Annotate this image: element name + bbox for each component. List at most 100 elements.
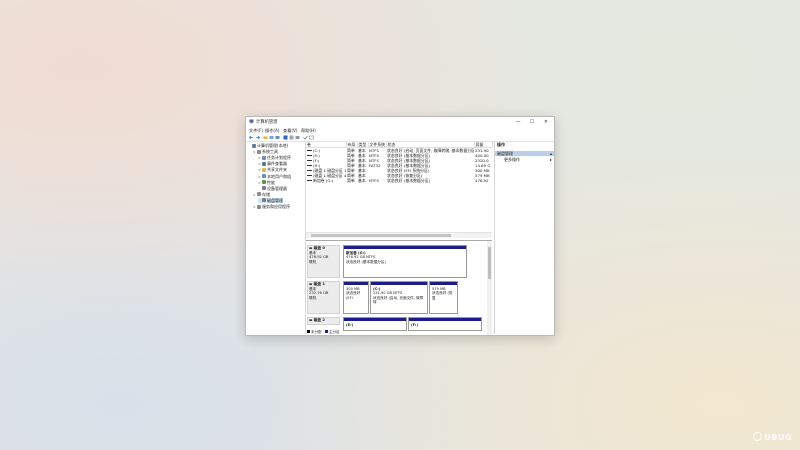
tree-item[interactable]: > 性能	[258, 180, 275, 185]
volume-table: 卷 布局 类型 文件系统 状态 容量 (C:) 简单 基本 NTFS 状态良好 (启动,…	[306, 142, 493, 183]
tree-item[interactable]: ∨ 存储	[253, 192, 270, 197]
storage-icon	[257, 192, 261, 197]
actions-section-label: 磁盘管理	[497, 151, 513, 156]
close-button[interactable]: ✕	[540, 118, 552, 126]
actions-item-more[interactable]: 更多操作 ▸	[495, 157, 554, 162]
tree-item-label: 磁盘管理	[267, 197, 283, 203]
tree-item-label: 本地用户和组	[267, 173, 291, 179]
volume-icon	[307, 149, 312, 151]
disk-row[interactable]: ▬ 磁盘 0 基本 476.92 GB 联机 新加卷 (G:) 476.92 G…	[307, 245, 485, 278]
properties-icon[interactable]	[289, 135, 294, 140]
navigation-tree: 计算机管理(本地) ∨ 系统工具 > 任务计划程序 > 事件查看器 > 共享文件夹 > 本地用户和组…	[247, 142, 306, 334]
table-cell: 简单	[347, 178, 355, 183]
disk-info[interactable]: ▬ 磁盘 1 基本 232.76 GB 联机	[307, 281, 340, 314]
partition-header-bar	[430, 282, 457, 285]
watermark: UBUG	[753, 432, 792, 442]
horizontal-scrollbar[interactable]	[306, 232, 492, 238]
partition-block[interactable]: 300 MB 状态良好 (EFI	[343, 281, 369, 314]
tree-item-label: 事件查看器	[267, 161, 287, 167]
tree-item[interactable]: > 任务计划程序	[258, 155, 291, 160]
partition-block[interactable]: (F:)	[408, 317, 482, 331]
forward-arrow-icon[interactable]	[255, 135, 260, 140]
tree-item-label: 计算机管理(本地)	[257, 143, 289, 148]
volume-name: 新加卷 (G:)	[313, 178, 334, 183]
view-detail-icon[interactable]	[275, 135, 280, 140]
tree-item[interactable]: 磁盘管理	[258, 197, 283, 203]
disk-name: 磁盘 0	[313, 246, 325, 250]
check-icon[interactable]	[303, 135, 308, 140]
collapse-arrow-icon[interactable]: ▴	[550, 151, 552, 156]
tree-item[interactable]: 设备管理器	[258, 186, 287, 191]
volume-name-cell: 新加卷 (G:)	[306, 178, 346, 183]
partition-header-bar	[344, 282, 368, 285]
folder-icon[interactable]	[263, 135, 268, 140]
disk-row[interactable]: ▬ 磁盘 1 基本 232.76 GB 联机 300 MB 状态良好 (EFI …	[307, 281, 485, 314]
actions-item-label: 更多操作	[504, 157, 520, 162]
table-cell: 476.92	[475, 178, 489, 183]
scrollbar-thumb[interactable]	[311, 234, 451, 237]
tree-item-label: 系统工具	[262, 149, 278, 155]
partition-title: (F:)	[411, 323, 418, 327]
disk-info[interactable]: ▬ 磁盘 2	[307, 317, 340, 325]
disk-icon	[262, 198, 266, 203]
partition-status: 状态良好 (启动, 页面文件, 故障转	[373, 295, 424, 305]
tree-item[interactable]: > 服务和应用程序	[253, 204, 290, 209]
table-cell: NTFS	[369, 178, 379, 183]
partition-block[interactable]: (E:)	[343, 317, 407, 331]
tree-item-label: 设备管理器	[267, 185, 287, 191]
tree-item[interactable]: > 本地用户和组	[258, 174, 291, 179]
volume-list: 卷 布局 类型 文件系统 状态 容量 (C:) 简单 基本 NTFS 状态良好 (启动,…	[306, 142, 493, 239]
computer-icon	[252, 143, 256, 148]
legend-primary-label: 主分区	[328, 330, 340, 334]
partition-header-bar	[344, 246, 466, 249]
minimize-button[interactable]: —	[512, 118, 524, 126]
disk-name: 磁盘 2	[313, 318, 325, 322]
help-icon[interactable]	[283, 135, 288, 140]
device-icon	[262, 186, 266, 191]
partition-header-bar	[409, 318, 481, 321]
partition-block[interactable]: 579 MB 状态良好 (恢复	[429, 281, 458, 314]
partition-block[interactable]: (C:) 231.90 GB NTFS 状态良好 (启动, 页面文件, 故障转	[370, 281, 428, 314]
table-cell: 基本	[358, 178, 366, 183]
partition-header-bar	[344, 318, 406, 321]
users-icon	[262, 174, 266, 178]
tree-item[interactable]: > 事件查看器	[258, 161, 287, 166]
title-bar[interactable]: 计算机管理 — ☐ ✕	[246, 117, 554, 127]
computer-management-icon	[249, 119, 254, 124]
legend-unallocated-label: 未分配	[311, 330, 322, 334]
table-cell: 状态良好 (基本数据分区)	[387, 178, 431, 183]
back-arrow-icon[interactable]	[249, 135, 254, 140]
tools-icon	[257, 149, 261, 154]
scrollbar-thumb[interactable]	[488, 247, 491, 279]
tree-item-label: 性能	[267, 179, 275, 185]
edit-icon[interactable]	[309, 135, 314, 140]
watermark-logo-icon	[753, 432, 763, 441]
tree-item-label: 服务和应用程序	[262, 204, 290, 209]
table-row[interactable]: 新加卷 (G:) 简单 基本 NTFS 状态良好 (基本数据分区) 476.92	[306, 178, 492, 183]
volume-icon	[307, 154, 312, 156]
view-list-icon[interactable]	[269, 135, 274, 140]
chevron-right-icon: ▸	[549, 157, 552, 162]
computer-management-window: 计算机管理 — ☐ ✕ 文件(F) 操作(A) 查看(V) 帮助(H) 计算机管…	[245, 116, 555, 336]
actions-section-disk-management[interactable]: 磁盘管理 ▴	[495, 151, 554, 156]
tree-item-label: 任务计划程序	[267, 155, 291, 161]
maximize-button[interactable]: ☐	[526, 118, 538, 126]
partition-status: 状态良好 (EFI	[346, 291, 361, 300]
tree-item-label: 存储	[262, 191, 270, 197]
toolbar	[246, 134, 554, 142]
volume-icon	[307, 179, 312, 181]
tree-item[interactable]: ∨ 系统工具	[253, 149, 278, 154]
volume-icon	[307, 159, 312, 161]
disk-row[interactable]: ▬ 磁盘 2 (E:) (F:)	[307, 317, 485, 331]
disk-info[interactable]: ▬ 磁盘 0 基本 476.92 GB 联机	[307, 245, 340, 278]
legend-primary-swatch	[324, 330, 328, 334]
tree-item[interactable]: > 共享文件夹	[258, 167, 287, 172]
disk-name: 磁盘 1	[313, 282, 325, 286]
tree-item[interactable]: 计算机管理(本地)	[248, 143, 288, 148]
disk-view-icon[interactable]	[295, 135, 300, 140]
disk-status: 联机	[309, 295, 317, 300]
column-header-filesystem[interactable]: 文件系统	[368, 142, 387, 148]
partition-block[interactable]: 新加卷 (G:) 476.92 GB NTFS 状态良好 (基本数据分区)	[343, 245, 467, 278]
vertical-scrollbar[interactable]	[487, 241, 492, 335]
event-icon	[262, 161, 266, 166]
